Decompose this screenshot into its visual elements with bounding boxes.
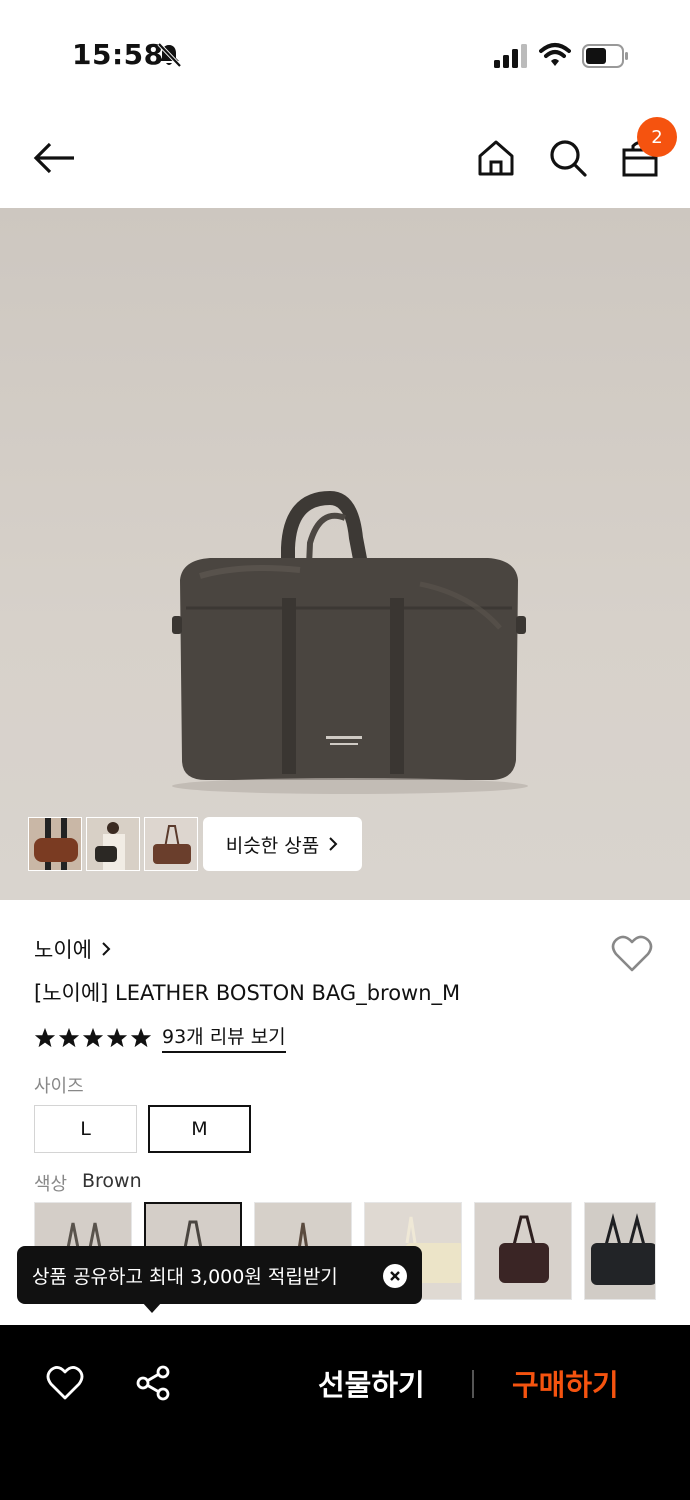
star-rating [34, 1027, 152, 1049]
color-swatch-black[interactable] [584, 1202, 656, 1300]
color-swatch-burgundy[interactable] [474, 1202, 572, 1300]
size-option-m[interactable]: M [148, 1105, 251, 1153]
tooltip-arrow [142, 1302, 162, 1313]
wishlist-heart-icon[interactable] [610, 934, 654, 974]
thumbnail-3[interactable] [144, 817, 198, 871]
leather-bag-illustration [172, 490, 528, 794]
buy-button[interactable]: 구매하기 [512, 1362, 619, 1404]
brand-link[interactable]: 노이에 [34, 934, 112, 964]
star-icon [82, 1027, 104, 1047]
brown-bag-thumb-icon [153, 825, 191, 864]
product-title: [노이에] LEATHER BOSTON BAG_brown_M [34, 981, 461, 1005]
heart-icon[interactable] [46, 1364, 84, 1402]
status-time: 15:58 [72, 38, 164, 71]
star-icon [58, 1027, 80, 1047]
rating-row: 93개 리뷰 보기 [34, 1022, 286, 1053]
bell-off-icon [157, 42, 182, 68]
color-label: 색상 [34, 1174, 68, 1195]
chevron-right-icon [102, 942, 111, 956]
bottom-action-bar [0, 1325, 690, 1500]
chevron-right-icon [329, 837, 338, 851]
signal-icon [494, 44, 527, 68]
size-option-l[interactable]: L [34, 1105, 137, 1153]
model-bag-thumb-icon [95, 822, 125, 870]
cart-count-badge: 2 [637, 117, 677, 157]
close-icon [390, 1271, 400, 1281]
brand-name: 노이에 [34, 938, 92, 962]
burgundy-bag-icon [499, 1215, 549, 1283]
gift-button[interactable]: 선물하기 [318, 1362, 425, 1404]
search-icon[interactable] [546, 136, 590, 180]
size-label: 사이즈 [34, 1076, 84, 1097]
star-icon [130, 1027, 152, 1047]
tooltip-close-button[interactable] [383, 1264, 407, 1288]
home-icon[interactable] [474, 136, 518, 180]
product-image[interactable] [0, 208, 690, 900]
thumbnail-2[interactable] [86, 817, 140, 871]
similar-products-label: 비슷한 상품 [225, 834, 320, 857]
share-reward-tooltip: 상품 공유하고 최대 3,000원 적립받기 [17, 1246, 422, 1304]
status-bar: 15:58 [0, 0, 690, 110]
black-bag-icon [591, 1213, 655, 1285]
color-value: Brown [82, 1170, 142, 1192]
wifi-icon [539, 43, 571, 66]
action-divider [472, 1370, 474, 1398]
similar-products-button[interactable]: 비슷한 상품 [203, 817, 362, 871]
review-link[interactable]: 93개 리뷰 보기 [162, 1022, 286, 1053]
battery-icon [582, 44, 628, 68]
tooltip-text: 상품 공유하고 최대 3,000원 적립받기 [32, 1265, 338, 1288]
top-nav [0, 110, 690, 208]
star-icon [106, 1027, 128, 1047]
share-icon[interactable] [134, 1364, 172, 1402]
star-icon [34, 1027, 56, 1047]
thumbnail-1[interactable] [28, 817, 82, 871]
brown-duffel-thumb-icon [34, 818, 78, 870]
back-arrow-icon[interactable] [32, 136, 76, 180]
